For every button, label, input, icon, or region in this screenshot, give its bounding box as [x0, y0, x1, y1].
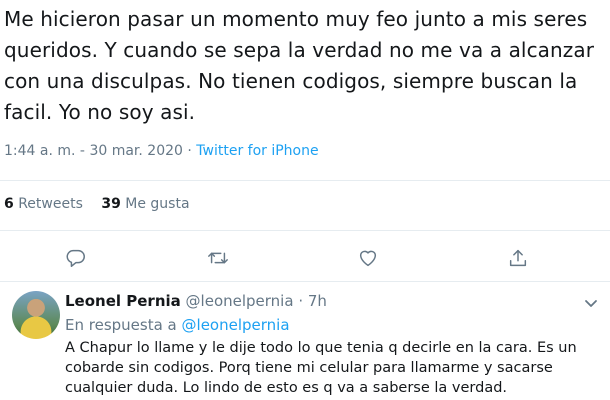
more-options-button[interactable]: [584, 295, 598, 309]
avatar[interactable]: [12, 291, 60, 339]
reply-header: Leonel Pernia @leonelpernia · 7h: [65, 292, 327, 310]
reply-separator: ·: [298, 292, 304, 310]
reply-author-handle[interactable]: @leonelpernia: [186, 292, 294, 310]
tweet-meta: 1:44 a. m. - 30 mar. 2020 · Twitter for …: [4, 143, 319, 159]
tweet-stats: 6 Retweets 39 Me gusta: [4, 196, 204, 212]
reply-time[interactable]: 7h: [308, 292, 327, 310]
divider: [0, 281, 610, 282]
action-bar: [0, 240, 610, 276]
chevron-down-icon: [585, 300, 597, 307]
meta-separator-1: -: [79, 143, 85, 159]
retweets-label: Retweets: [18, 196, 83, 212]
reply-author-name[interactable]: Leonel Pernia: [65, 292, 181, 310]
reply-icon: [66, 249, 85, 267]
reply-tweet[interactable]: Leonel Pernia @leonelpernia · 7h En resp…: [0, 283, 610, 400]
tweet-time[interactable]: 1:44 a. m.: [4, 143, 75, 159]
like-button[interactable]: [354, 244, 382, 272]
retweet-icon: [208, 252, 228, 264]
meta-separator-2: ·: [187, 143, 192, 159]
like-icon: [359, 250, 377, 267]
retweet-button[interactable]: [204, 244, 232, 272]
reply-text: A Chapur lo llame y le dije todo lo que …: [65, 340, 577, 396]
share-button[interactable]: [504, 244, 532, 272]
tweet-date[interactable]: 30 mar. 2020: [89, 143, 182, 159]
divider: [0, 180, 610, 181]
reply-button[interactable]: [62, 244, 90, 272]
tweet-source-link[interactable]: Twitter for iPhone: [196, 143, 318, 159]
likes-stat[interactable]: 39 Me gusta: [101, 196, 189, 212]
retweets-stat[interactable]: 6 Retweets: [4, 196, 83, 212]
reply-to-label: En respuesta a: [65, 316, 177, 334]
divider: [0, 230, 610, 231]
reply-to-line: En respuesta a @leonelpernia: [65, 316, 290, 334]
tweet-text: Me hicieron pasar un momento muy feo jun…: [4, 7, 595, 124]
likes-label: Me gusta: [125, 196, 190, 212]
likes-count: 39: [101, 196, 121, 212]
share-icon: [509, 249, 527, 267]
reply-to-mention[interactable]: @leonelpernia: [182, 316, 290, 334]
retweets-count: 6: [4, 196, 14, 212]
